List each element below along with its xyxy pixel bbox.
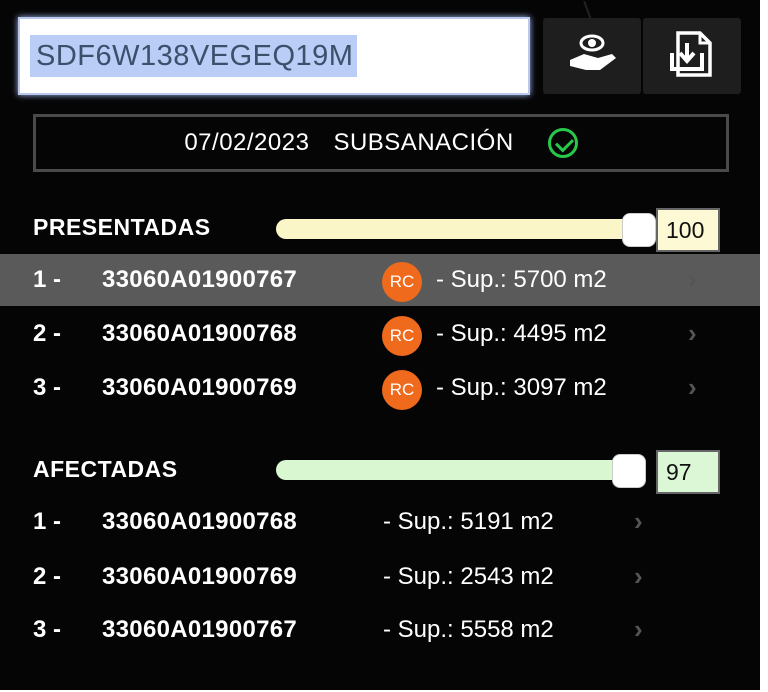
row-index: 1 - (33, 508, 62, 535)
parcel-surface: - Sup.: 5700 m2 (436, 266, 607, 293)
chevron-right-icon[interactable]: › (634, 614, 643, 645)
presentadas-row[interactable]: 1 - 33060A01900767 RC - Sup.: 5700 m2 › (0, 254, 760, 306)
row-index: 3 - (33, 616, 62, 643)
presentadas-row[interactable]: 2 - 33060A01900768 RC - Sup.: 4495 m2 › (0, 308, 760, 360)
status-label: SUBSANACIÓN (333, 129, 514, 156)
parcel-surface: - Sup.: 4495 m2 (436, 320, 607, 347)
locate-button[interactable] (543, 18, 641, 94)
presentadas-row[interactable]: 3 - 33060A01900769 RC - Sup.: 3097 m2 › (0, 362, 760, 414)
chevron-right-icon[interactable]: › (688, 264, 697, 295)
afectadas-value[interactable]: 97 (656, 450, 720, 494)
status-date: 07/02/2023 (184, 129, 310, 156)
parcel-surface: - Sup.: 2543 m2 (383, 563, 554, 590)
export-button[interactable] (643, 18, 741, 94)
rc-badge[interactable]: RC (382, 370, 422, 410)
parcel-code: 33060A01900767 (102, 616, 298, 643)
presentadas-slider[interactable] (276, 219, 636, 239)
search-input[interactable]: SDF6W138VEGEQ19M (18, 17, 530, 95)
chevron-right-icon[interactable]: › (688, 372, 697, 403)
afectadas-title: AFECTADAS (33, 456, 178, 482)
parcel-code: 33060A01900767 (102, 266, 298, 293)
parcel-panel: SDF6W138VEGEQ19M 07/02/2023 SUBSANACIÓN (0, 0, 760, 690)
search-input-value[interactable]: SDF6W138VEGEQ19M (30, 35, 358, 77)
row-index: 2 - (33, 320, 62, 347)
parcel-surface: - Sup.: 5191 m2 (383, 508, 554, 535)
presentadas-value[interactable]: 100 (656, 208, 720, 252)
document-download-icon (668, 29, 716, 84)
chevron-right-icon[interactable]: › (634, 506, 643, 537)
row-index: 3 - (33, 374, 62, 401)
chevron-right-icon[interactable]: › (634, 561, 643, 592)
afectadas-slider[interactable] (276, 460, 636, 480)
presentadas-title: PRESENTADAS (33, 214, 211, 240)
chevron-right-icon[interactable]: › (688, 318, 697, 349)
afectadas-row[interactable]: 1 - 33060A01900768 - Sup.: 5191 m2 › (0, 496, 760, 548)
status-box: 07/02/2023 SUBSANACIÓN (33, 114, 729, 172)
afectadas-row[interactable]: 3 - 33060A01900767 - Sup.: 5558 m2 › (0, 604, 760, 656)
afectadas-row[interactable]: 2 - 33060A01900769 - Sup.: 2543 m2 › (0, 551, 760, 603)
parcel-surface: - Sup.: 5558 m2 (383, 616, 554, 643)
row-index: 2 - (33, 563, 62, 590)
parcel-code: 33060A01900768 (102, 320, 298, 347)
parcel-surface: - Sup.: 3097 m2 (436, 374, 607, 401)
parcel-code: 33060A01900768 (102, 508, 298, 535)
presentadas-slider-handle[interactable] (622, 213, 656, 247)
afectadas-slider-handle[interactable] (612, 454, 646, 488)
parcel-code: 33060A01900769 (102, 563, 298, 590)
rc-badge[interactable]: RC (382, 316, 422, 356)
row-index: 1 - (33, 266, 62, 293)
parcel-code: 33060A01900769 (102, 374, 298, 401)
rc-badge[interactable]: RC (382, 262, 422, 302)
check-circle-icon (547, 128, 578, 158)
hand-pointer-icon (564, 30, 620, 83)
